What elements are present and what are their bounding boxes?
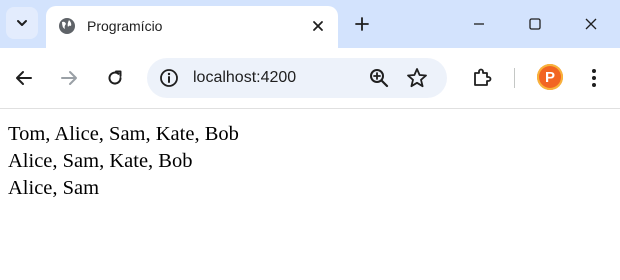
- reload-icon: [108, 70, 122, 85]
- tab-title: Programício: [87, 18, 163, 34]
- close-icon: [585, 18, 597, 30]
- browser-toolbar: localhost:4200 P: [0, 48, 620, 109]
- forward-button[interactable]: [57, 66, 81, 90]
- tab-search-button[interactable]: [6, 7, 38, 39]
- toolbar-divider: [514, 68, 515, 88]
- text-line: Tom, Alice, Sam, Kate, Bob: [8, 123, 239, 145]
- window-close-button[interactable]: [568, 8, 614, 40]
- close-icon: [313, 21, 323, 31]
- chevron-down-icon: [17, 20, 27, 26]
- browser-titlebar: Programício: [0, 0, 620, 48]
- text-line: Alice, Sam: [8, 177, 100, 199]
- page-content: Tom, Alice, Sam, Kate, Bob Alice, Sam, K…: [0, 109, 620, 214]
- profile-initial: P: [544, 68, 555, 86]
- text-line: Alice, Sam, Kate, Bob: [8, 150, 193, 172]
- address-bar[interactable]: localhost:4200: [147, 58, 447, 98]
- tab-close-button[interactable]: [308, 16, 328, 36]
- extensions-icon[interactable]: [470, 66, 494, 90]
- maximize-button[interactable]: [512, 8, 558, 40]
- reload-button[interactable]: [103, 66, 127, 90]
- globe-icon: [59, 18, 75, 34]
- bookmark-star-icon[interactable]: [405, 66, 429, 90]
- arrow-left-icon: [16, 71, 32, 85]
- minimize-icon: [474, 23, 484, 25]
- profile-avatar[interactable]: P: [537, 64, 563, 90]
- back-button[interactable]: [12, 66, 36, 90]
- zoom-icon[interactable]: [367, 66, 391, 90]
- new-tab-button[interactable]: [350, 12, 374, 36]
- plus-icon: [355, 17, 369, 31]
- arrow-right-icon: [61, 71, 77, 85]
- url-text[interactable]: localhost:4200: [193, 69, 296, 87]
- browser-tab[interactable]: Programício: [46, 6, 338, 48]
- site-info-icon[interactable]: [159, 68, 179, 88]
- more-menu-icon[interactable]: [584, 66, 604, 90]
- minimize-button[interactable]: [456, 8, 502, 40]
- maximize-icon: [529, 18, 541, 30]
